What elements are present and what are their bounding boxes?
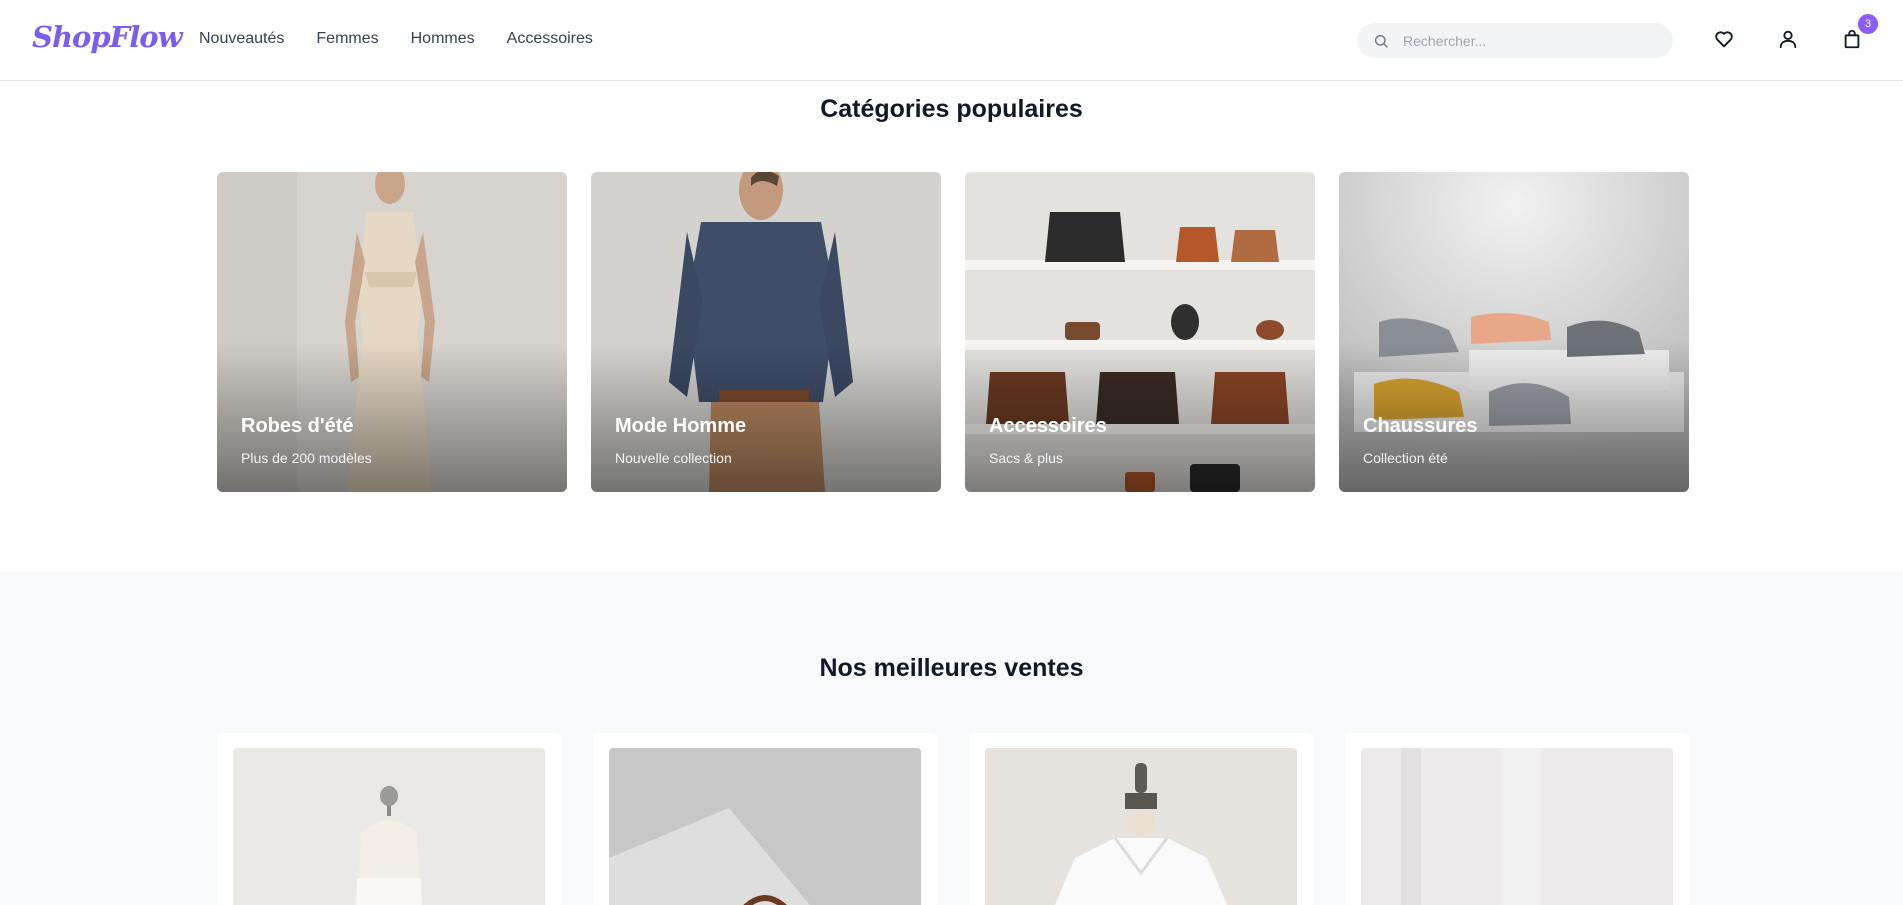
- search-icon: [1375, 35, 1388, 48]
- categories-title: Catégories populaires: [820, 95, 1083, 123]
- product-card[interactable]: [593, 733, 937, 905]
- product-image: [609, 748, 921, 905]
- category-name: Mode Homme: [615, 415, 747, 437]
- bestsellers-title: Nos meilleures ventes: [819, 654, 1084, 682]
- category-name: Robes d'été: [241, 415, 354, 437]
- category-card-accessoires[interactable]: Accessoires Sacs & plus: [965, 172, 1315, 492]
- category-name: Accessoires: [989, 415, 1107, 437]
- category-card-robes[interactable]: Robes d'été Plus de 200 modèles: [217, 172, 567, 492]
- nav-link-nouveautes[interactable]: Nouveautés: [199, 30, 284, 48]
- shopflow-logo[interactable]: ShopFlow: [32, 20, 183, 54]
- nav-link-femmes[interactable]: Femmes: [316, 30, 378, 48]
- category-subtitle: Plus de 200 modèles: [241, 450, 372, 466]
- shopping-bag-icon: [1844, 29, 1860, 49]
- search-input[interactable]: [1403, 23, 1653, 58]
- category-subtitle: Nouvelle collection: [615, 450, 732, 466]
- user-icon: [1779, 30, 1797, 49]
- site-header: ShopFlow Nouveautés Femmes Hommes Access…: [0, 0, 1903, 81]
- cart-count-badge: 3: [1858, 14, 1878, 34]
- main-nav: Nouveautés Femmes Hommes Accessoires: [199, 30, 593, 48]
- category-subtitle: Collection été: [1363, 450, 1448, 466]
- product-image: [233, 748, 545, 905]
- product-card[interactable]: [969, 733, 1313, 905]
- category-name: Chaussures: [1363, 415, 1478, 437]
- wishlist-button[interactable]: [1713, 28, 1737, 52]
- category-card-chaussures[interactable]: Chaussures Collection été: [1339, 172, 1689, 492]
- nav-link-hommes[interactable]: Hommes: [411, 30, 475, 48]
- product-image: [1361, 748, 1673, 905]
- product-card[interactable]: [1345, 733, 1689, 905]
- heart-icon: [1715, 31, 1733, 48]
- product-image: [985, 748, 1297, 905]
- category-card-mode-homme[interactable]: Mode Homme Nouvelle collection: [591, 172, 941, 492]
- account-button[interactable]: [1777, 28, 1801, 52]
- bestsellers-section: Nos meilleures ventes: [0, 572, 1903, 905]
- search-bar: [1357, 23, 1673, 58]
- nav-link-accessoires[interactable]: Accessoires: [507, 30, 593, 48]
- product-card[interactable]: [217, 733, 561, 905]
- category-subtitle: Sacs & plus: [989, 450, 1063, 466]
